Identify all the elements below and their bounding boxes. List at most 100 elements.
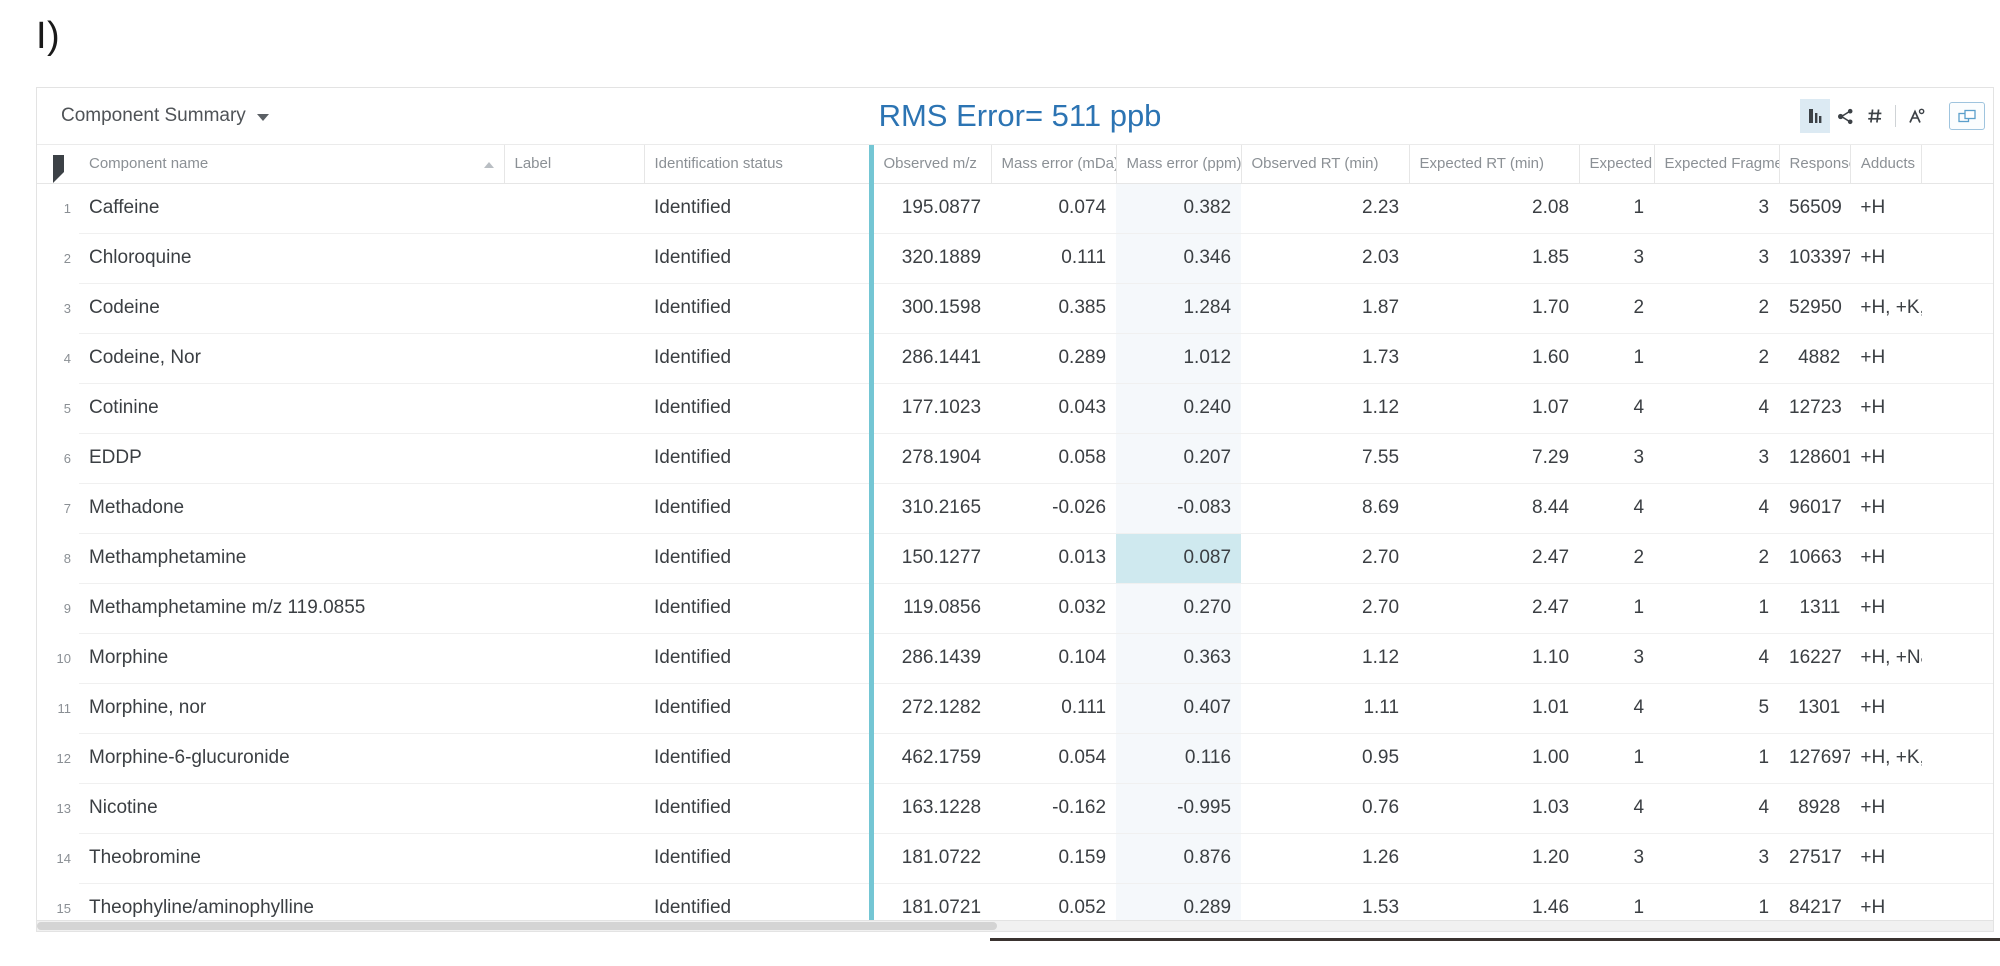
column-header-label: Mass error (ppm) [1126, 155, 1242, 173]
row-number: 3 [37, 283, 79, 334]
cell-component-name: Nicotine [79, 783, 504, 834]
cell-mass-error-ppm: 1.284 [1116, 283, 1242, 334]
column-header-label-col[interactable]: Label [504, 145, 645, 184]
column-header-component-name[interactable]: Component name [79, 145, 505, 184]
cell-observed-mz: 310.2165 [868, 483, 992, 534]
column-header-expected-fragments-count[interactable]: Expected Fragments Count [1654, 145, 1780, 184]
column-header-expected-rt[interactable]: Expected RT (min) [1409, 145, 1580, 184]
table-row[interactable]: 5 Cotinine Identified 177.1023 0.043 0.240 1.1… [37, 383, 1993, 434]
cell-response: 56509 [1779, 183, 1851, 234]
chevron-down-icon [256, 114, 269, 121]
component-table-scroll-area[interactable]: Component name Label Identification stat… [37, 145, 1993, 920]
component-summary-table: Component name Label Identification stat… [37, 145, 1993, 920]
cell-expected-fragments-found: 2 [1579, 533, 1655, 584]
column-header-observed-rt[interactable]: Observed RT (min) [1241, 145, 1410, 184]
column-header-expected-fragments-found[interactable]: Expected Fragments Found [1579, 145, 1655, 184]
table-row[interactable]: 9 Methamphetamine m/z 119.0855 Identified 1… [37, 583, 1993, 634]
column-header-observed-mz[interactable]: Observed m/z [868, 145, 992, 184]
cell-expected-fragments-found: 4 [1579, 783, 1655, 834]
cell-response: 16227 [1779, 633, 1851, 684]
cell-mass-error-mda: -0.026 [991, 483, 1117, 534]
table-row[interactable]: 2 Chloroquine Identified 320.1889 0.111 0.346… [37, 233, 1993, 284]
cell-observed-rt: 8.69 [1241, 483, 1410, 534]
column-header-mass-error-mda[interactable]: Mass error (mDa) [991, 145, 1117, 184]
hash-button[interactable] [1860, 99, 1890, 133]
cell-mass-error-ppm: -0.083 [1116, 483, 1242, 534]
table-row[interactable]: 4 Codeine, Nor Identified 286.1441 0.289 1.01… [37, 333, 1993, 384]
cell-expected-fragments-count: 2 [1654, 533, 1780, 584]
cell-response: 27517 [1779, 833, 1851, 884]
cell-expected-fragments-count: 5 [1654, 683, 1780, 734]
column-header-label: Label [514, 155, 552, 173]
column-chart-button[interactable] [1800, 99, 1830, 133]
table-row[interactable]: 15 Theophyline/aminophylline Identified 181… [37, 883, 1993, 920]
cell-response: 1311 [1779, 583, 1851, 634]
cell-adducts: +H [1850, 783, 1922, 834]
horizontal-scrollbar-thumb[interactable] [37, 922, 997, 930]
cell-mass-error-mda: 0.013 [991, 533, 1117, 584]
share-nodes-button[interactable] [1830, 99, 1860, 133]
table-row[interactable]: 7 Methadone Identified 310.2165 -0.026 -0.083… [37, 483, 1993, 534]
cell-expected-fragments-found: 3 [1579, 633, 1655, 684]
cell-identification-status: Identified [644, 583, 872, 634]
table-row[interactable]: 3 Codeine Identified 300.1598 0.385 1.284 1.87… [37, 283, 1993, 334]
horizontal-scrollbar[interactable] [37, 920, 1993, 931]
cell-observed-mz: 286.1441 [868, 333, 992, 384]
table-row[interactable]: 1 Caffeine Identified 195.0877 0.074 0.382 2.2… [37, 183, 1993, 234]
cell-mass-error-mda: 0.104 [991, 633, 1117, 684]
cell-mass-error-ppm: 0.363 [1116, 633, 1242, 684]
table-row[interactable]: 11 Morphine, nor Identified 272.1282 0.111 0.… [37, 683, 1993, 734]
cell-observed-rt: 1.53 [1241, 883, 1410, 920]
hash-icon [1867, 108, 1883, 124]
scatter-point-button[interactable] [1901, 99, 1931, 133]
row-number: 8 [37, 533, 79, 584]
cell-filler [1921, 283, 1993, 334]
cell-response: 12723 [1779, 383, 1851, 434]
table-row[interactable]: 10 Morphine Identified 286.1439 0.104 0.363 1.… [37, 633, 1993, 684]
column-header-mass-error-ppm[interactable]: Mass error (ppm) [1116, 145, 1242, 184]
cell-expected-fragments-count: 4 [1654, 383, 1780, 434]
cell-identification-status: Identified [644, 733, 872, 784]
table-row[interactable]: 14 Theobromine Identified 181.0722 0.159 0.87… [37, 833, 1993, 884]
cell-expected-fragments-found: 4 [1579, 683, 1655, 734]
cell-component-name: Caffeine [79, 183, 504, 234]
cell-observed-mz: 163.1228 [868, 783, 992, 834]
cell-observed-rt: 1.87 [1241, 283, 1410, 334]
row-number: 12 [37, 733, 79, 784]
column-header-response[interactable]: Response [1779, 145, 1851, 184]
cell-observed-rt: 0.95 [1241, 733, 1410, 784]
cell-filler [1921, 883, 1993, 920]
cell-expected-rt: 7.29 [1409, 433, 1580, 484]
cell-observed-rt: 0.76 [1241, 783, 1410, 834]
detach-window-button[interactable] [1949, 102, 1985, 130]
cell-label [504, 783, 644, 834]
cell-mass-error-mda: 0.058 [991, 433, 1117, 484]
cell-component-name: Methadone [79, 483, 504, 534]
detach-window-icon [1957, 109, 1977, 124]
table-row[interactable]: 12 Morphine-6-glucuronide Identified 462.17… [37, 733, 1993, 784]
cell-component-name: Morphine, nor [79, 683, 504, 734]
table-row[interactable]: 13 Nicotine Identified 163.1228 -0.162 -0.995… [37, 783, 1993, 834]
select-all-header[interactable] [37, 145, 79, 184]
column-header-adducts[interactable]: Adducts [1850, 145, 1923, 184]
cell-adducts: +H [1850, 483, 1922, 534]
cell-component-name: EDDP [79, 433, 504, 484]
cell-observed-rt: 2.23 [1241, 183, 1410, 234]
cell-label [504, 583, 644, 634]
cell-response: 84217 [1779, 883, 1851, 920]
component-summary-menu-button[interactable]: Component Summary [55, 88, 275, 144]
cell-adducts: +H, +K, +Na [1850, 733, 1922, 784]
cell-mass-error-ppm: 0.346 [1116, 233, 1242, 284]
table-row[interactable]: 6 EDDP Identified 278.1904 0.058 0.207 7.55 7.2… [37, 433, 1993, 484]
page-rule-divider [990, 938, 2000, 941]
column-header-identification-status[interactable]: Identification status [644, 145, 872, 184]
rms-error-title-text: RMS Error= 511 ppb [878, 98, 1162, 133]
cell-label [504, 233, 644, 284]
cell-label [504, 333, 644, 384]
cell-adducts: +H [1850, 533, 1922, 584]
table-row[interactable]: 8 Methamphetamine Identified 150.1277 0.013 0… [37, 533, 1993, 584]
cell-component-name: Morphine-6-glucuronide [79, 733, 504, 784]
column-header-label: Observed RT (min) [1251, 155, 1379, 173]
cell-expected-rt: 1.10 [1409, 633, 1580, 684]
cell-filler [1921, 183, 1993, 234]
